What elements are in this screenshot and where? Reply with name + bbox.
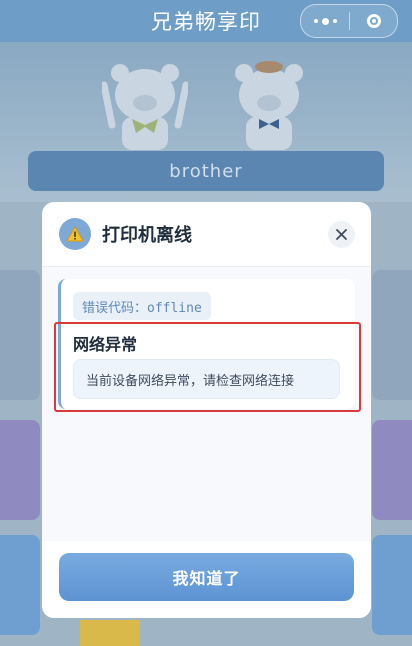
- dialog-title: 打印机离线: [102, 225, 192, 246]
- background-card-left-1: [0, 270, 40, 400]
- dialog-header: 打印机离线: [42, 202, 371, 267]
- more-options-icon[interactable]: [301, 17, 349, 25]
- close-icon[interactable]: [328, 221, 355, 248]
- background-card-left-3: [0, 535, 40, 635]
- background-yellow-tag: [80, 620, 140, 646]
- background-card-right-2: [372, 420, 412, 520]
- brand-banner: brother: [28, 151, 384, 191]
- confirm-button[interactable]: 我知道了: [59, 553, 354, 601]
- title-bar: 兄弟畅享印: [0, 0, 412, 42]
- exit-mini-program-icon[interactable]: [350, 14, 397, 28]
- background-card-left-2: [0, 420, 40, 520]
- background-card-right-1: [372, 270, 412, 400]
- bear-mascot-right: [235, 61, 303, 150]
- background-card-right-3: [372, 535, 412, 635]
- error-code-badge: 错误代码：offline: [73, 292, 211, 320]
- app-title: 兄弟畅享印: [151, 10, 261, 34]
- warning-icon: [59, 218, 91, 250]
- highlight-box: [54, 322, 361, 412]
- mini-program-capsule: [300, 4, 398, 38]
- dialog-footer: 我知道了: [42, 541, 371, 618]
- bear-mascot-left: [102, 64, 188, 150]
